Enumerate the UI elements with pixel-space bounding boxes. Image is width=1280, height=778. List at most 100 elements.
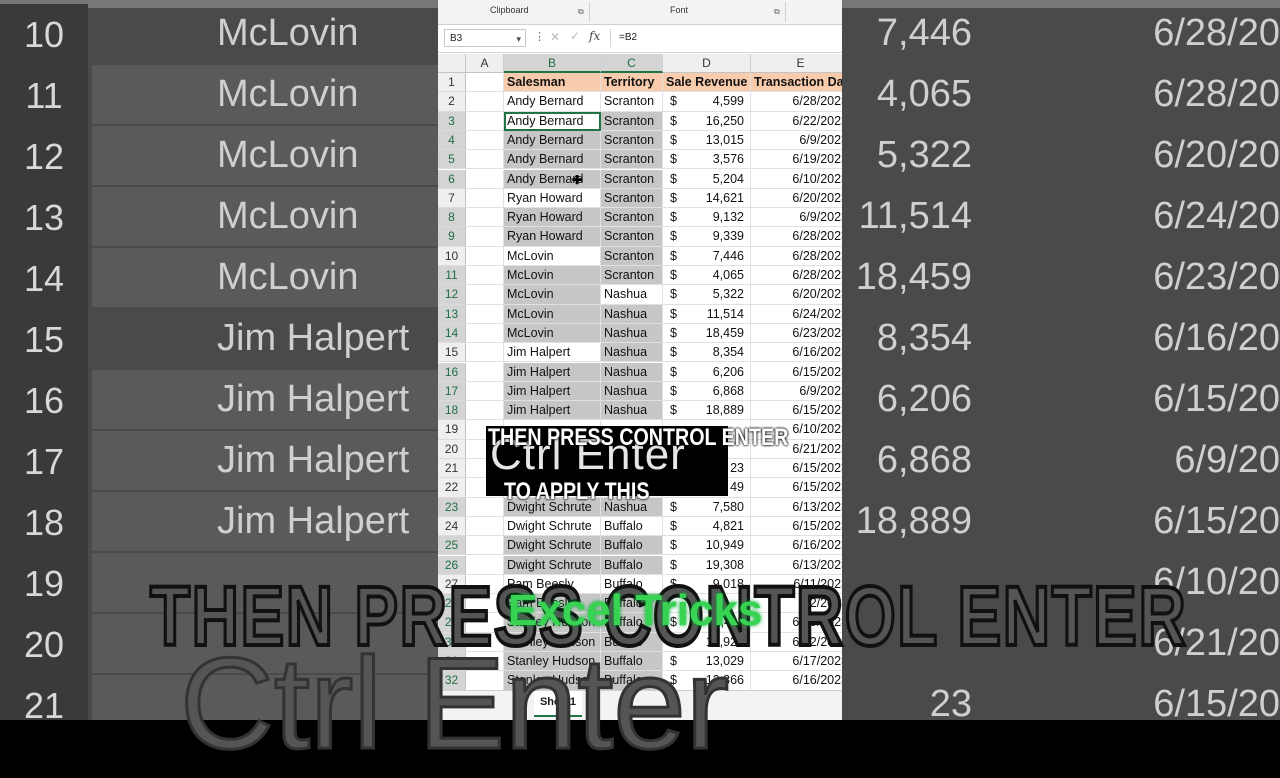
cell-territory[interactable]: Scranton	[601, 227, 663, 247]
row-number[interactable]: 20	[438, 439, 466, 459]
cell-date[interactable]: 6/15/2023	[751, 478, 842, 498]
cell-date[interactable]: 6/10/2023	[751, 170, 842, 189]
chevron-down-icon[interactable]: ▾	[516, 30, 521, 48]
cell-date[interactable]: 6/22/2023	[751, 112, 842, 131]
row-number[interactable]: 10	[438, 246, 466, 266]
cell-a[interactable]	[466, 150, 504, 170]
header-date[interactable]: Transaction Date	[751, 73, 842, 93]
row-number[interactable]: 7	[438, 188, 466, 209]
column-header-a[interactable]: A	[466, 54, 504, 73]
cell-revenue[interactable]: $4,065	[663, 266, 751, 286]
cell-territory[interactable]: Nashua	[601, 343, 663, 363]
select-all-corner[interactable]	[438, 54, 466, 73]
cell-date[interactable]: 6/19/2023	[751, 150, 842, 170]
row-number[interactable]: 23	[438, 497, 466, 517]
row-number[interactable]: 16	[438, 362, 466, 382]
cell-salesman[interactable]: McLovin	[504, 246, 601, 266]
cell-salesman[interactable]: Jim Halpert	[504, 381, 601, 402]
row-number[interactable]: 18	[438, 401, 466, 421]
cell-revenue[interactable]: $13,015	[663, 130, 751, 151]
cell-revenue[interactable]: $9,339	[663, 227, 751, 247]
cell-date[interactable]: 6/15/2023	[751, 459, 842, 479]
cell-revenue[interactable]: $5,322	[663, 285, 751, 305]
column-header-b[interactable]: B	[504, 54, 601, 73]
cell-a[interactable]	[466, 266, 504, 286]
cell-territory[interactable]: Scranton	[601, 111, 663, 131]
column-header-d[interactable]: D	[663, 54, 751, 73]
cell-date[interactable]: 6/16/2023	[751, 343, 842, 363]
cell-a[interactable]	[466, 111, 504, 131]
row-number[interactable]: 25	[438, 536, 466, 556]
row-number[interactable]: 2	[438, 92, 466, 112]
font-launcher-icon[interactable]: ⧉	[774, 7, 780, 17]
row-number[interactable]: 11	[438, 266, 466, 286]
insert-function-icon[interactable]: fx	[589, 29, 600, 43]
cell-date[interactable]: 6/9/2023	[751, 382, 842, 402]
formula-input[interactable]: =B2	[610, 29, 836, 47]
cell-revenue[interactable]: $18,459	[663, 323, 751, 344]
cell-revenue[interactable]: $6,206	[663, 362, 751, 382]
cell-salesman[interactable]: McLovin	[504, 323, 601, 344]
cell-revenue[interactable]: $4,599	[663, 92, 751, 112]
row-number[interactable]: 6	[438, 169, 466, 189]
cell-revenue[interactable]: $7,580	[663, 497, 751, 517]
row-number[interactable]: 22	[438, 478, 466, 498]
cell-a[interactable]	[466, 343, 504, 363]
cell-salesman[interactable]: Ryan Howard	[504, 227, 601, 247]
cell-revenue[interactable]: $10,949	[663, 536, 751, 556]
cell-salesman[interactable]: Andy Bernard	[504, 130, 601, 151]
cell-salesman[interactable]: Dwight Schrute	[504, 516, 601, 537]
cell-territory[interactable]: Nashua	[601, 304, 663, 324]
clipboard-launcher-icon[interactable]: ⧉	[578, 7, 584, 17]
row-number[interactable]: 14	[438, 323, 466, 344]
cell-a[interactable]	[466, 536, 504, 556]
cell-date[interactable]: 6/15/2023	[751, 363, 842, 382]
cell-a1[interactable]	[466, 73, 504, 93]
cell-territory[interactable]: Scranton	[601, 266, 663, 286]
name-box[interactable]: B3 ▾	[444, 29, 526, 47]
cell-a[interactable]	[466, 208, 504, 228]
cell-a[interactable]	[466, 497, 504, 517]
row-number[interactable]: 24	[438, 516, 466, 537]
column-header-e[interactable]: E	[751, 54, 842, 73]
cell-salesman[interactable]: McLovin	[504, 285, 601, 305]
cell-revenue[interactable]: $9,132	[663, 208, 751, 228]
column-header-c[interactable]: C	[601, 54, 663, 73]
cell-revenue[interactable]: $14,621	[663, 188, 751, 209]
cell-revenue[interactable]: $5,204	[663, 169, 751, 189]
row-number[interactable]: 13	[438, 304, 466, 324]
cell-salesman[interactable]: Ryan Howard	[504, 208, 601, 228]
cancel-icon[interactable]: ✕	[550, 30, 560, 44]
cell-date[interactable]: 6/15/2023	[751, 401, 842, 421]
more-options-icon[interactable]: ⋮	[534, 30, 545, 43]
cell-revenue[interactable]: $4,821	[663, 516, 751, 537]
cell-a[interactable]	[466, 401, 504, 421]
enter-check-icon[interactable]: ✓	[570, 29, 580, 43]
cell-territory[interactable]: Scranton	[601, 150, 663, 170]
cell-salesman[interactable]: Andy Bernard	[504, 111, 601, 131]
cell-salesman[interactable]: Andy Bernard	[504, 150, 601, 170]
cell-territory[interactable]: Buffalo	[601, 516, 663, 537]
cell-territory[interactable]: Scranton	[601, 246, 663, 266]
cell-date[interactable]: 6/20/2023	[751, 189, 842, 209]
cell-territory[interactable]: Nashua	[601, 362, 663, 382]
cell-a[interactable]	[466, 227, 504, 247]
cell-date[interactable]: 6/28/2023	[751, 92, 842, 112]
cell-salesman[interactable]: McLovin	[504, 304, 601, 324]
cell-date[interactable]: 6/28/2023	[751, 247, 842, 266]
cell-revenue[interactable]: $8,354	[663, 343, 751, 363]
cell-date[interactable]: 6/16/2023	[751, 671, 842, 691]
cell-territory[interactable]: Scranton	[601, 188, 663, 209]
cell-date[interactable]: 6/20/2023	[751, 285, 842, 305]
cell-territory[interactable]: Nashua	[601, 401, 663, 421]
cell-territory[interactable]: Scranton	[601, 92, 663, 112]
cell-territory[interactable]: Nashua	[601, 323, 663, 344]
cell-a[interactable]	[466, 246, 504, 266]
cell-date[interactable]: 6/16/2023	[751, 536, 842, 556]
cell-a[interactable]	[466, 304, 504, 324]
cell-revenue[interactable]: $6,868	[663, 381, 751, 402]
cell-date[interactable]: 6/24/2023	[751, 305, 842, 324]
cell-a[interactable]	[466, 516, 504, 537]
cell-revenue[interactable]: $18,889	[663, 401, 751, 421]
cell-date[interactable]: 6/9/2023	[751, 208, 842, 228]
